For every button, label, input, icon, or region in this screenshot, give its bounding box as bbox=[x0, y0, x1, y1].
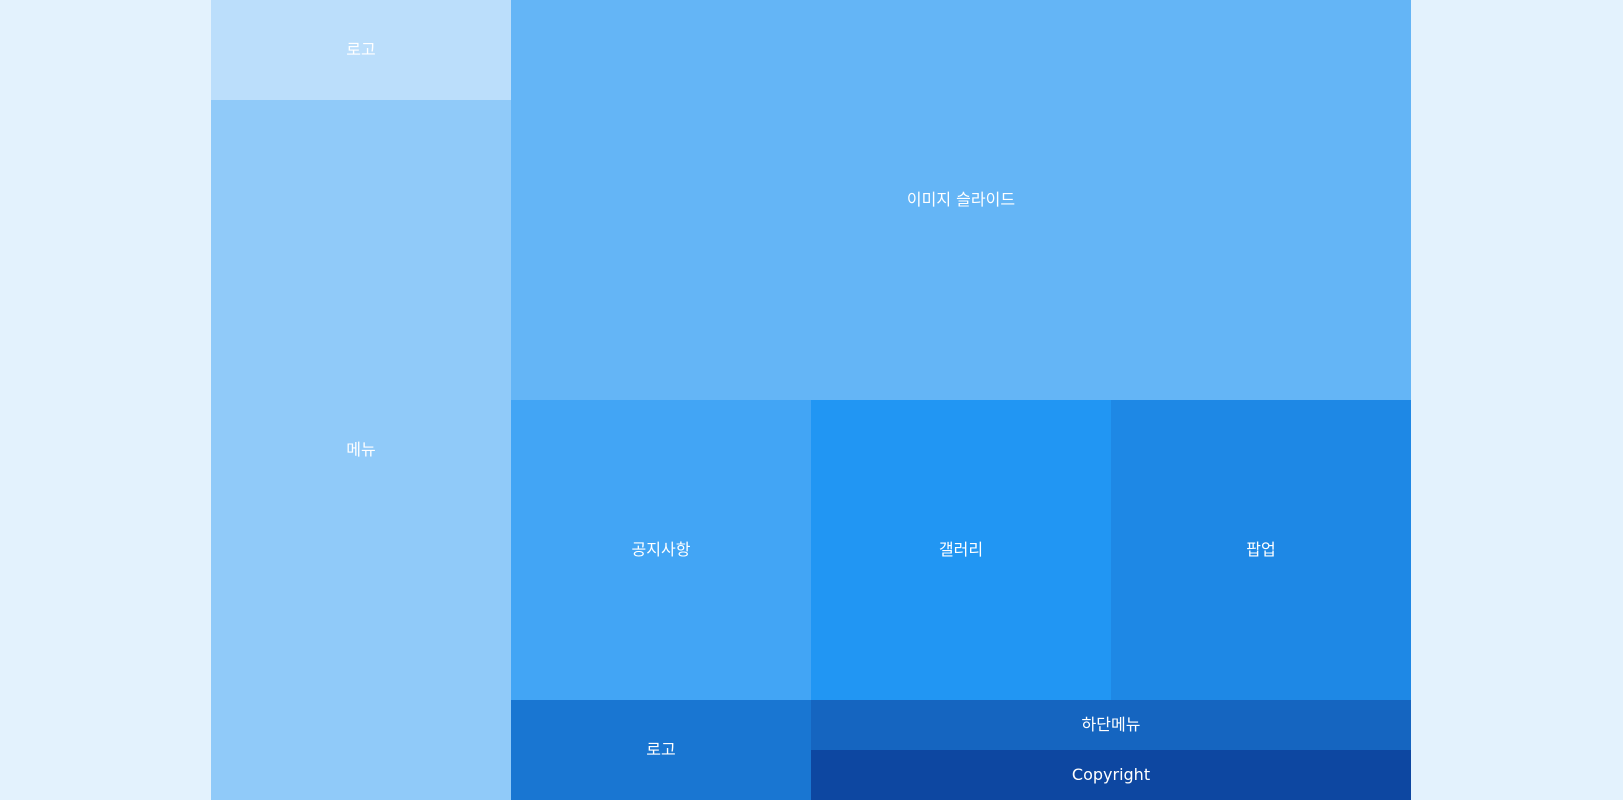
notice-label: 공지사항 bbox=[631, 540, 691, 559]
popup-label: 팝업 bbox=[1246, 540, 1276, 559]
footer-menu-label: 하단메뉴 bbox=[1081, 715, 1141, 734]
header-logo-label: 로고 bbox=[346, 40, 376, 59]
header-logo[interactable]: 로고 bbox=[211, 0, 511, 100]
footer-logo[interactable]: 로고 bbox=[511, 700, 811, 800]
copyright-area: Copyright bbox=[811, 750, 1411, 800]
layout-wrapper: 로고 메뉴 이미지 슬라이드 공지사항 갤러리 팝업 로고 하단메뉴 Copyr… bbox=[211, 0, 1411, 800]
popup-section[interactable]: 팝업 bbox=[1111, 400, 1411, 700]
side-menu-label: 메뉴 bbox=[346, 440, 376, 459]
footer-logo-label: 로고 bbox=[646, 740, 676, 759]
footer-menu[interactable]: 하단메뉴 bbox=[811, 700, 1411, 750]
copyright-label: Copyright bbox=[1071, 765, 1151, 784]
notice-section[interactable]: 공지사항 bbox=[511, 400, 811, 700]
gallery-label: 갤러리 bbox=[938, 540, 984, 559]
image-slider[interactable]: 이미지 슬라이드 bbox=[511, 0, 1411, 400]
image-slider-label: 이미지 슬라이드 bbox=[906, 190, 1016, 209]
side-menu[interactable]: 메뉴 bbox=[211, 100, 511, 800]
gallery-section[interactable]: 갤러리 bbox=[811, 400, 1111, 700]
